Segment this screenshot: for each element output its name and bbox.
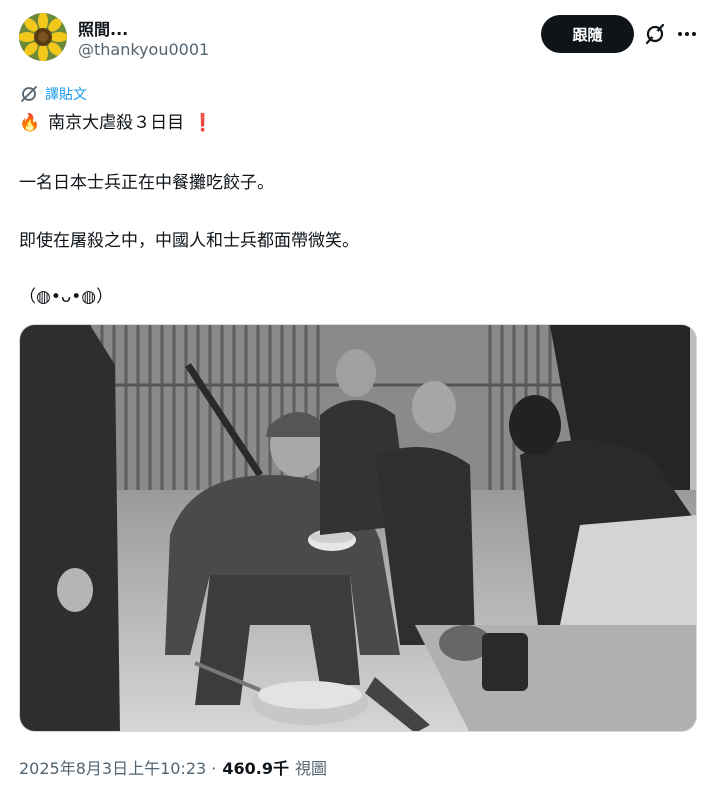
fire-emoji: 🔥 (19, 113, 41, 133)
post-line-1: 🔥 南京大虐殺３日目 ❗ (19, 111, 213, 135)
grok-icon[interactable] (643, 22, 667, 46)
translate-icon (21, 86, 37, 102)
author-handle[interactable]: @thankyou0001 (78, 40, 209, 59)
exclamation-emoji: ❗ (192, 113, 214, 133)
translate-post[interactable]: 譯貼文 (20, 85, 87, 103)
translate-label: 譯貼文 (45, 87, 87, 103)
follow-button[interactable]: 跟隨 (541, 15, 634, 53)
sunflower-avatar-icon (19, 13, 67, 61)
avatar[interactable] (19, 13, 67, 61)
views-count: 460.9千 (222, 759, 289, 778)
author-name[interactable]: 照間... (78, 16, 128, 40)
more-options-icon[interactable] (676, 22, 698, 46)
post-photo[interactable] (19, 324, 697, 732)
post-line-4: （◍•ᴗ•◍） (19, 287, 114, 307)
post-line-2: 一名日本士兵正在中餐攤吃餃子。 (19, 173, 274, 193)
post-timestamp[interactable]: 2025年8月3日上午10:23 · (19, 755, 216, 779)
views-label: 視圖 (295, 759, 328, 778)
post-title-text: 南京大虐殺３日目 (48, 113, 185, 133)
post-line-3: 即使在屠殺之中，中國人和士兵都面帶微笑。 (19, 231, 359, 251)
post-meta: 2025年8月3日上午10:23 · 460.9千 視圖 (19, 755, 327, 779)
